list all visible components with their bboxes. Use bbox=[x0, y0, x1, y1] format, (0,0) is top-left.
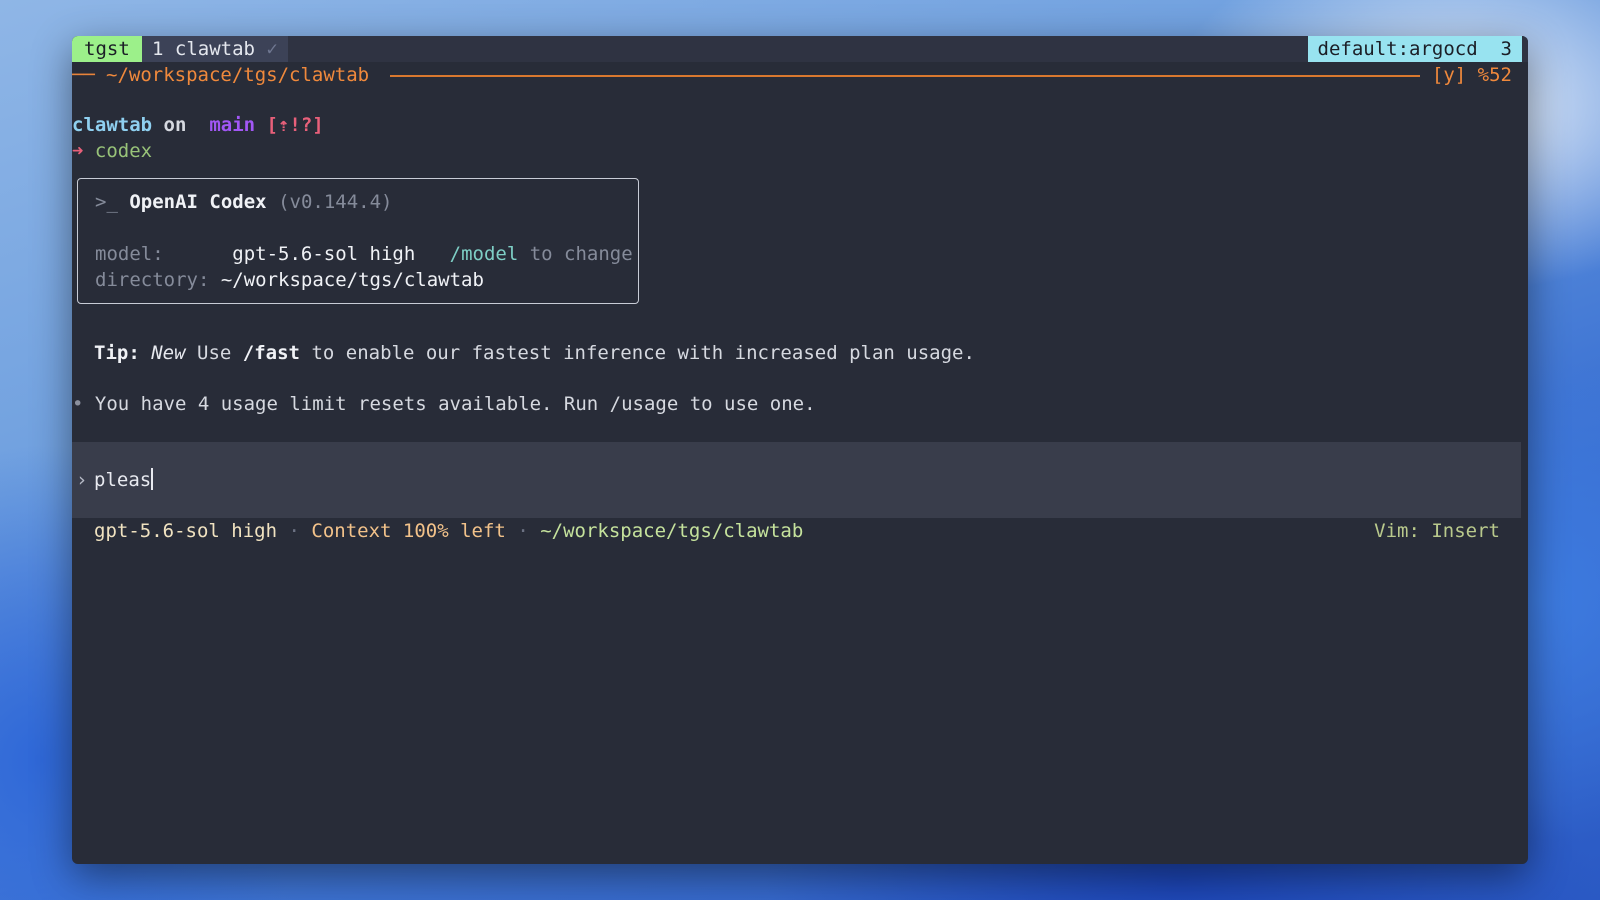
vim-mode-indicator: Vim: Insert bbox=[1374, 520, 1500, 542]
codex-header: >_ OpenAI Codex (v0.144.4) bbox=[95, 189, 392, 215]
terminal-window[interactable]: tgst 1 clawtab ✓ default:argocd 3 ── ~/w… bbox=[72, 36, 1528, 864]
pane-border-rule bbox=[390, 75, 1420, 77]
pane-indicator: [y] %52 bbox=[1431, 64, 1512, 86]
model-hint: to change bbox=[529, 243, 633, 265]
tip-line: Tip: New Use /fast to enable our fastest… bbox=[94, 340, 975, 366]
pane-border: ── ~/workspace/tgs/clawtab [y] %52 bbox=[72, 62, 1528, 88]
directory-value: ~/workspace/tgs/clawtab bbox=[220, 269, 484, 291]
status-model: gpt-5.6-sol high bbox=[94, 520, 278, 542]
git-status: [⇡!?] bbox=[266, 114, 324, 136]
codex-model-row: model: gpt-5.6-sol high /model to change bbox=[95, 241, 633, 267]
tip-command: /fast bbox=[242, 342, 300, 364]
prompt-dir: clawtab bbox=[72, 114, 153, 136]
codex-directory-row: directory: ~/workspace/tgs/clawtab bbox=[95, 267, 484, 293]
status-path: ~/workspace/tgs/clawtab bbox=[540, 520, 804, 542]
model-label: model: bbox=[95, 243, 164, 265]
shell-command: codex bbox=[94, 140, 153, 162]
usage-notice: • You have 4 usage limit resets availabl… bbox=[72, 391, 816, 417]
codex-name: OpenAI Codex bbox=[129, 191, 267, 213]
status-context: Context 100% left bbox=[311, 520, 506, 542]
status-separator: · bbox=[517, 520, 529, 542]
pane-path: ~/workspace/tgs/clawtab bbox=[106, 64, 370, 86]
tmux-window-tab[interactable]: 1 clawtab ✓ bbox=[142, 36, 288, 62]
terminal-prompt-icon: >_ bbox=[95, 191, 118, 213]
tmux-status-bar: tgst 1 clawtab ✓ default:argocd 3 bbox=[72, 36, 1528, 62]
chevron-right-icon: › bbox=[76, 469, 88, 491]
text-cursor bbox=[151, 468, 154, 490]
directory-label: directory: bbox=[95, 269, 210, 291]
shell-command-line: ➜ codex bbox=[72, 138, 152, 164]
tip-new: New bbox=[151, 342, 186, 364]
pane-border-dash: ── bbox=[72, 64, 95, 86]
check-icon: ✓ bbox=[266, 38, 278, 60]
prompt-input[interactable]: pleas bbox=[94, 467, 154, 493]
model-value: gpt-5.6-sol high bbox=[232, 243, 416, 265]
prompt-input-value: pleas bbox=[94, 469, 152, 491]
kube-context-badge: default:argocd 3 bbox=[1307, 36, 1522, 62]
status-separator: · bbox=[288, 520, 300, 542]
codex-status-line: gpt-5.6-sol high · Context 100% left · ~… bbox=[94, 518, 803, 544]
tip-text: to enable our fastest inference with inc… bbox=[311, 342, 975, 364]
tip-label: Tip: bbox=[94, 342, 140, 364]
codex-version: (v0.144.4) bbox=[278, 191, 393, 213]
tmux-window-label: 1 clawtab bbox=[152, 38, 255, 60]
model-command: /model bbox=[449, 243, 519, 265]
bullet-icon: • bbox=[72, 393, 84, 415]
git-branch: main bbox=[209, 114, 256, 136]
prompt-input-area[interactable]: › pleas bbox=[72, 442, 1521, 518]
tmux-session-name[interactable]: tgst bbox=[72, 36, 142, 62]
prompt-arrow-icon: ➜ bbox=[72, 140, 84, 162]
prompt-on: on bbox=[163, 114, 187, 136]
codex-info-box: >_ OpenAI Codex (v0.144.4) model: gpt-5.… bbox=[77, 178, 639, 304]
shell-prompt: clawtab on main [⇡!?] bbox=[72, 112, 324, 138]
usage-notice-text: You have 4 usage limit resets available.… bbox=[94, 393, 816, 415]
tip-pre: Use bbox=[197, 342, 232, 364]
